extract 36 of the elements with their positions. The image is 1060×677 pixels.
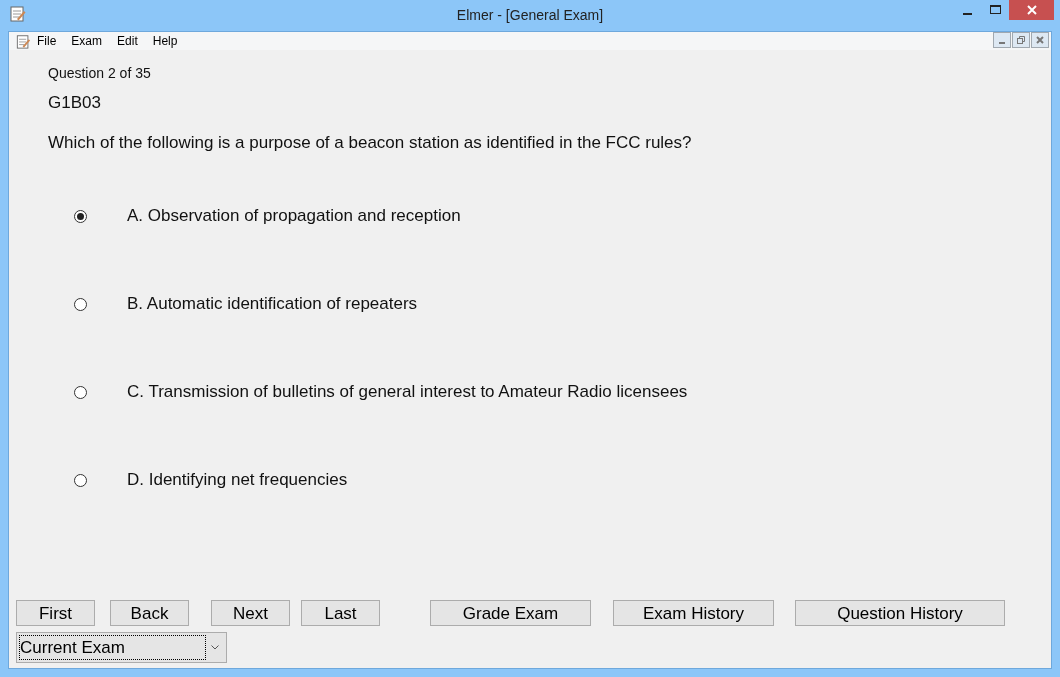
maximize-icon bbox=[989, 5, 1001, 15]
menu-item[interactable]: File bbox=[37, 32, 57, 50]
question-counter: Question 2 of 35 bbox=[48, 64, 152, 82]
menu-item[interactable]: Help bbox=[152, 32, 178, 50]
answer-option[interactable]: A. Observation of propagation and reception bbox=[127, 203, 461, 229]
radio-button[interactable] bbox=[74, 297, 87, 311]
nav-button[interactable]: First bbox=[16, 600, 95, 626]
answer-option[interactable]: C. Transmission of bulletins of general interest to Amateur Radio licensees bbox=[127, 379, 688, 405]
notepad-icon[interactable] bbox=[16, 33, 31, 49]
close-icon bbox=[1026, 5, 1037, 15]
minimize-icon bbox=[962, 13, 972, 15]
answer-option[interactable]: B. Automatic identification of repeaters bbox=[127, 291, 418, 317]
window-title: Elmer - [General Exam] bbox=[456, 6, 604, 25]
notepad-icon[interactable] bbox=[10, 5, 26, 22]
chevron-down-icon bbox=[211, 645, 219, 650]
answer-option[interactable]: D. Identifying net frequencies bbox=[127, 467, 348, 493]
exam-dropdown[interactable]: Current Exam bbox=[16, 632, 227, 663]
restore-icon bbox=[1017, 36, 1025, 44]
action-button[interactable]: Grade Exam bbox=[430, 600, 591, 626]
close-button[interactable] bbox=[1009, 0, 1054, 20]
radio-button[interactable] bbox=[74, 209, 87, 223]
radio-button[interactable] bbox=[74, 473, 87, 487]
minimize-icon bbox=[999, 42, 1005, 44]
nav-button[interactable]: Back bbox=[110, 600, 189, 626]
radio-button[interactable] bbox=[74, 385, 87, 399]
nav-button[interactable]: Last bbox=[301, 600, 380, 626]
menu-item[interactable]: Exam bbox=[71, 32, 103, 50]
action-button[interactable]: Question History bbox=[795, 600, 1005, 626]
action-button[interactable]: Exam History bbox=[613, 600, 774, 626]
close-button[interactable] bbox=[1031, 32, 1049, 48]
menu-item[interactable]: Edit bbox=[117, 32, 138, 50]
close-icon bbox=[1036, 36, 1044, 44]
question-id: G1B03 bbox=[48, 92, 102, 112]
nav-button[interactable]: Next bbox=[211, 600, 290, 626]
restore-button[interactable] bbox=[1012, 32, 1030, 48]
question-text: Which of the following is a purpose of a beacon station as identified in the FCC rules? bbox=[48, 132, 693, 152]
